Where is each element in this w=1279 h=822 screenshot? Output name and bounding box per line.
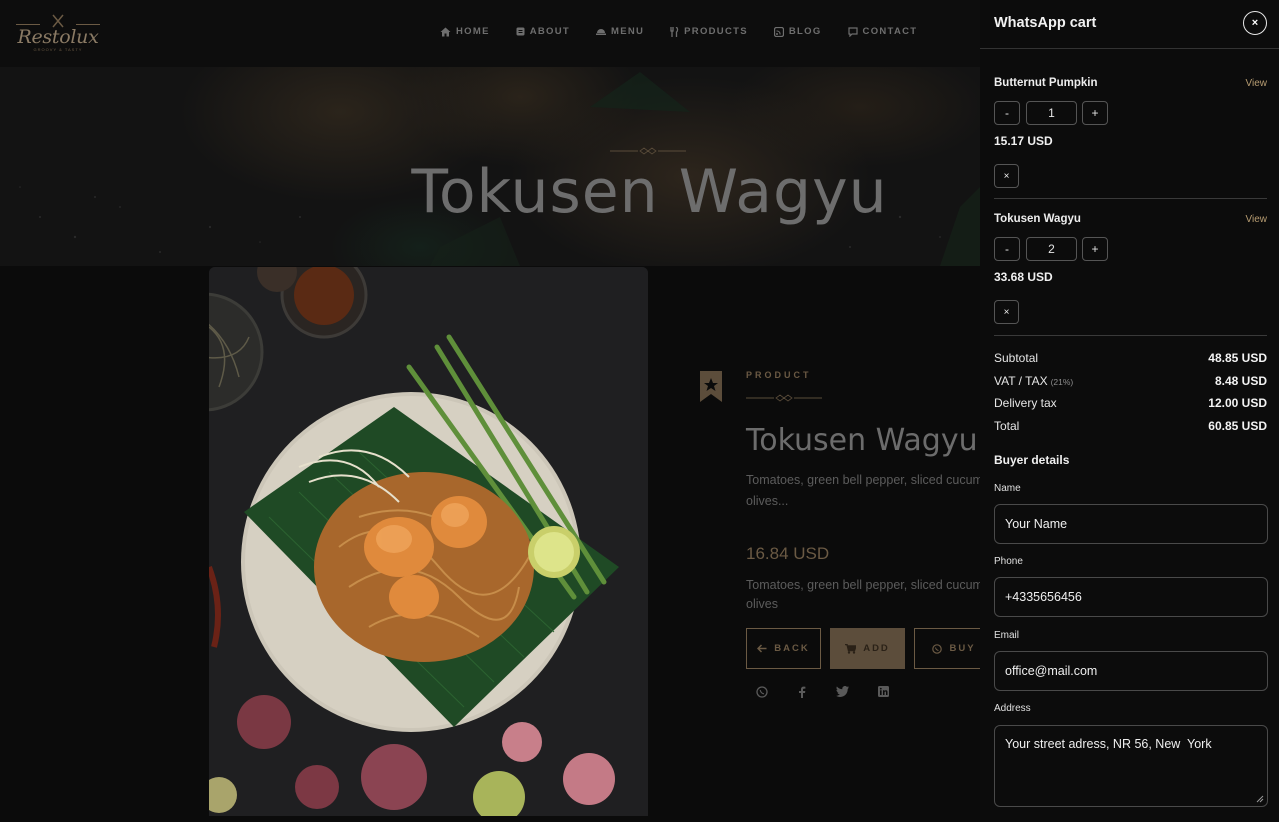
delivery-value: 12.00 USD [1208, 396, 1267, 410]
cart-item-view-link[interactable]: View [1246, 78, 1268, 89]
cart-item: Butternut Pumpkin View - + 15.17 USD × [994, 77, 1267, 207]
cart-item-divider [994, 335, 1267, 336]
subtotal-row: Subtotal 48.85 USD [994, 351, 1267, 374]
vat-rate: (21%) [1050, 376, 1074, 387]
product-short-description: Tomatoes, green bell pepper, sliced cucu… [746, 473, 983, 508]
close-cart-button[interactable]: × [1243, 11, 1267, 35]
logo-subtitle: GROOVY & TASTY [33, 47, 83, 52]
subtotal-value: 48.85 USD [1208, 351, 1267, 365]
vat-label: VAT / TAX (21%) [994, 374, 1073, 388]
share-whatsapp-icon[interactable] [756, 686, 768, 698]
cart-item: Tokusen Wagyu View - + 33.68 USD × [994, 213, 1267, 343]
nav-products-label: PRODUCTS [684, 26, 748, 37]
nav-menu-label: MENU [610, 26, 645, 37]
nav-home[interactable]: HOME [440, 26, 490, 37]
cart-totals: Subtotal 48.85 USD VAT / TAX (21%) 8.48 U… [994, 351, 1267, 441]
qty-increase-button[interactable]: + [1082, 237, 1108, 261]
cart-header-divider [980, 48, 1279, 49]
logo-line-left [16, 24, 40, 25]
qty-input[interactable] [1026, 101, 1077, 125]
nav-home-label: HOME [456, 26, 490, 37]
qty-decrease-button[interactable]: - [994, 237, 1020, 261]
email-label: Email [994, 630, 1020, 641]
cart-item-view-link[interactable]: View [1246, 214, 1268, 225]
name-field[interactable] [994, 504, 1268, 544]
cart-item-divider [994, 198, 1267, 199]
vat-value: 8.48 USD [1214, 373, 1267, 388]
cart-item-name: Tokusen Wagyu [994, 213, 1081, 225]
hero-divider-ornament [610, 147, 686, 155]
top-navbar: Restolux GROOVY & TASTY HOME ABOUT MENU … [0, 0, 980, 67]
arrow-left-icon [757, 644, 767, 653]
qty-input[interactable] [1026, 237, 1077, 261]
total-row: Total 60.85 USD [994, 419, 1267, 442]
pad-thai-photo [209, 267, 648, 816]
vat-label-text: VAT / TAX [994, 373, 1048, 388]
hero-banner: Tokusen Wagyu [0, 67, 980, 266]
remove-item-button[interactable]: × [994, 164, 1019, 188]
logo-text: Restolux [17, 26, 99, 48]
menu-dish-icon [595, 29, 606, 35]
vat-row: VAT / TAX (21%) 8.48 USD [994, 374, 1267, 397]
qty-decrease-button[interactable]: - [994, 101, 1020, 125]
bookmark-star-icon [700, 371, 722, 402]
share-twitter-icon[interactable] [836, 686, 849, 697]
add-to-cart-button[interactable]: ADD [830, 628, 905, 669]
product-price: 16.84 USD [746, 544, 830, 563]
nav-contact-label: CONTACT [862, 26, 918, 37]
address-label: Address [994, 703, 1031, 714]
product-image [209, 267, 648, 816]
address-field[interactable]: Your street adress, NR 56, New York [994, 725, 1268, 807]
nav-contact[interactable]: CONTACT [847, 26, 918, 37]
info-icon [516, 27, 525, 36]
name-label: Name [994, 483, 1021, 494]
product-long-description: Tomatoes, green bell pepper, sliced cucu… [746, 578, 983, 611]
phone-field[interactable] [994, 577, 1268, 617]
hero-title: Tokusen Wagyu [411, 157, 888, 227]
delivery-label: Delivery tax [994, 396, 1057, 410]
home-icon [440, 27, 451, 36]
back-button-label: BACK [774, 643, 810, 654]
add-button-label: ADD [863, 643, 890, 654]
cart-item-name: Butternut Pumpkin [994, 77, 1098, 89]
total-value: 60.85 USD [1208, 418, 1267, 433]
total-label: Total [994, 418, 1020, 433]
phone-label: Phone [994, 556, 1023, 567]
cart-icon [845, 643, 857, 654]
blog-icon [773, 26, 784, 37]
product-divider-ornament [746, 394, 822, 402]
share-facebook-icon[interactable] [798, 686, 806, 698]
nav-blog-label: BLOG [788, 26, 822, 37]
cart-title: WhatsApp cart [994, 15, 1097, 31]
whatsapp-icon [932, 643, 943, 654]
buyer-details-title: Buyer details [994, 453, 1070, 467]
email-field[interactable] [994, 651, 1268, 691]
qty-increase-button[interactable]: + [1082, 101, 1108, 125]
delivery-row: Delivery tax 12.00 USD [994, 396, 1267, 419]
nav-about[interactable]: ABOUT [516, 26, 570, 37]
whatsapp-cart-panel: WhatsApp cart × Butternut Pumpkin View -… [980, 0, 1279, 822]
remove-item-button[interactable]: × [994, 300, 1019, 324]
logo-line-right [76, 24, 100, 25]
subtotal-label: Subtotal [994, 351, 1039, 365]
resize-handle-icon[interactable] [1256, 795, 1264, 803]
cart-item-price: 15.17 USD [994, 134, 1053, 148]
cart-item-price: 33.68 USD [994, 270, 1053, 284]
product-kicker: PRODUCT [746, 370, 812, 380]
chat-icon [847, 26, 858, 37]
logo[interactable]: Restolux GROOVY & TASTY [16, 14, 100, 52]
back-button[interactable]: BACK [746, 628, 821, 669]
cutlery-icon [670, 26, 679, 37]
product-title: Tokusen Wagyu [746, 423, 978, 458]
buy-button-label: BUY [949, 643, 976, 654]
share-linkedin-icon[interactable] [878, 686, 889, 697]
nav-blog[interactable]: BLOG [773, 26, 822, 37]
nav-menu[interactable]: MENU [595, 26, 645, 37]
nav-about-label: ABOUT [529, 26, 570, 37]
nav-products[interactable]: PRODUCTS [670, 26, 748, 37]
main-menu: HOME ABOUT MENU PRODUCTS BLOG CONTACT [440, 26, 943, 37]
